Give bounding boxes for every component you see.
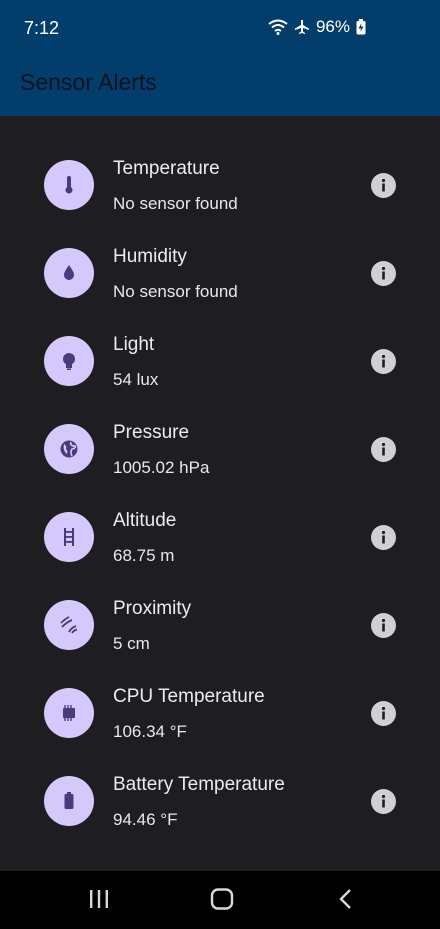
sensor-title: Humidity [113, 246, 187, 267]
info-icon[interactable] [371, 349, 396, 374]
home-icon [210, 887, 234, 916]
sensor-row-battery-temperature[interactable]: Battery Temperature 94.46 °F [0, 742, 440, 830]
battery-charging-icon [356, 19, 366, 35]
sensor-row-light[interactable]: Light 54 lux [0, 302, 440, 390]
sensor-value: No sensor found [113, 194, 238, 213]
info-icon[interactable] [371, 173, 396, 198]
info-icon[interactable] [371, 701, 396, 726]
wifi-icon [268, 19, 288, 35]
airplane-icon [294, 19, 310, 35]
sensor-row-humidity[interactable]: Humidity No sensor found [0, 214, 440, 302]
battery-icon [44, 776, 94, 826]
sensor-row-cpu-temperature[interactable]: CPU Temperature 106.34 °F [0, 654, 440, 742]
sensor-value: 5 cm [113, 634, 150, 653]
chip-icon [44, 688, 94, 738]
sensor-value: 106.34 °F [113, 722, 187, 741]
info-icon[interactable] [371, 613, 396, 638]
back-button[interactable] [336, 887, 356, 916]
sensor-title: Proximity [113, 598, 192, 619]
sensor-value: 1005.02 hPa [113, 458, 210, 477]
lightbulb-icon [44, 336, 94, 386]
sensor-title: Temperature [113, 158, 220, 179]
navigation-bar [0, 871, 440, 929]
status-icons: 96% [268, 17, 366, 37]
sensor-row-pressure[interactable]: Pressure 1005.02 hPa [0, 390, 440, 478]
proximity-icon [44, 600, 94, 650]
app-bar: Sensor Alerts [0, 56, 440, 116]
battery-percent: 96% [315, 17, 350, 36]
sensor-row-altitude[interactable]: Altitude 68.75 m [0, 478, 440, 566]
home-button[interactable] [210, 887, 234, 916]
back-icon [336, 887, 356, 916]
thermometer-icon [44, 160, 94, 210]
sensor-list: Temperature No sensor found Humidity No … [0, 126, 440, 830]
info-icon[interactable] [371, 789, 396, 814]
sensor-title: Battery Temperature [113, 774, 285, 795]
status-time: 7:12 [24, 18, 60, 38]
status-bar: 7:12 96% [0, 0, 440, 56]
sensor-row-temperature[interactable]: Temperature No sensor found [0, 126, 440, 214]
info-icon[interactable] [371, 261, 396, 286]
sensor-title: Altitude [113, 510, 177, 531]
info-icon[interactable] [371, 525, 396, 550]
sensor-value: 68.75 m [113, 546, 175, 565]
sensor-value: No sensor found [113, 282, 238, 301]
sensor-value: 54 lux [113, 370, 159, 389]
globe-icon [44, 424, 94, 474]
sensor-title: CPU Temperature [113, 686, 265, 707]
page-title: Sensor Alerts [20, 69, 157, 95]
info-icon[interactable] [371, 437, 396, 462]
sensor-title: Light [113, 334, 155, 355]
sensor-row-proximity[interactable]: Proximity 5 cm [0, 566, 440, 654]
recent-apps-button[interactable] [88, 887, 110, 916]
recent-apps-icon [88, 887, 110, 916]
water-drop-icon [44, 248, 94, 298]
sensor-value: 94.46 °F [113, 810, 178, 829]
sensor-title: Pressure [113, 422, 190, 443]
ladder-icon [44, 512, 94, 562]
